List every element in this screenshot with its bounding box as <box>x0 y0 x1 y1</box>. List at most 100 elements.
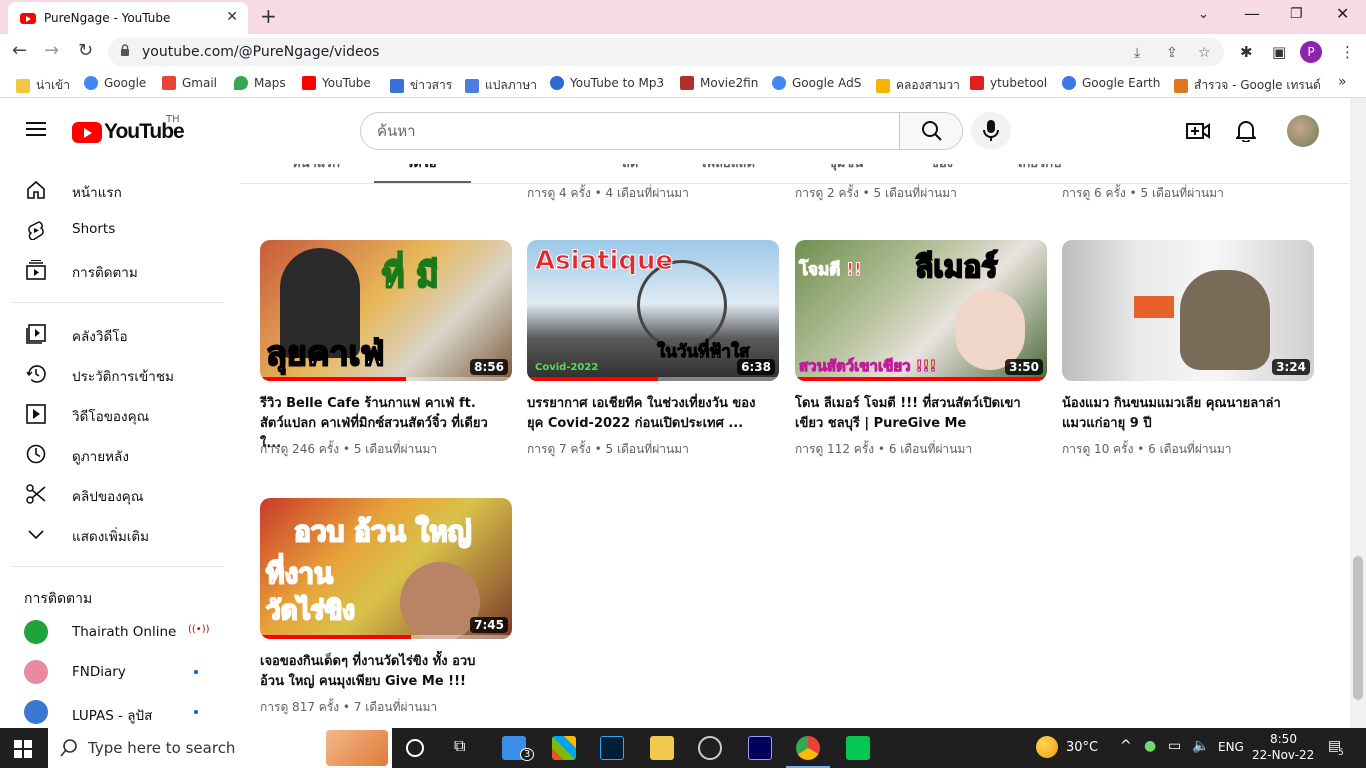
sidebar-item-show-more[interactable]: แสดงเพิ่มเติม <box>12 514 224 554</box>
reload-button[interactable]: ↻ <box>78 40 93 61</box>
video-title[interactable]: บรรยากาศ เอเชียทีค ในช่วงเที่ยงวัน ของยุ… <box>527 394 767 434</box>
windows-start-icon[interactable] <box>14 740 32 758</box>
video-title[interactable]: น้องแมว กินขนมแมวเลีย คุณนายลาล่า แมวแก่… <box>1062 394 1302 434</box>
forward-button[interactable]: → <box>44 40 59 61</box>
weather-sun-icon[interactable] <box>1036 736 1058 758</box>
video-thumbnail[interactable]: โจมตี !! ลีเมอร์ สวนสัตว์เขาเขียว !!! 3:… <box>795 240 1047 381</box>
subscription-thairath-online[interactable]: Thairath Online ((•)) <box>12 612 224 652</box>
scrollbar-thumb[interactable] <box>1353 556 1363 700</box>
search-input[interactable]: ค้นหา <box>360 112 900 150</box>
bookmark-gmail[interactable]: Gmail <box>162 76 217 90</box>
close-window-button[interactable]: ✕ <box>1336 4 1349 23</box>
sidebar-item-watch-later[interactable]: ดูภายหลัง <box>12 434 224 474</box>
sidebar-item-history[interactable]: ประวัติการเข้าชม <box>12 354 224 394</box>
your-videos-icon <box>26 404 46 424</box>
video-thumbnail[interactable]: อวบ อ้วน ใหญ่ ที่งาน วัดไร่ขิง 7:45 <box>260 498 512 639</box>
notifications-bell-icon[interactable] <box>1236 120 1256 142</box>
bookmarks-overflow-icon[interactable]: » <box>1338 74 1347 90</box>
cortana-icon[interactable] <box>406 739 424 757</box>
chrome-icon[interactable] <box>796 736 820 760</box>
bookmark-movie2fin[interactable]: Movie2fin <box>680 76 758 90</box>
youtube-page: YouTube TH ค้นหา หน้าแรก Shorts การติดตา… <box>0 98 1366 728</box>
install-app-icon[interactable]: ⤓ <box>1134 45 1140 61</box>
search-icon <box>922 121 942 141</box>
microphone-icon <box>983 120 999 141</box>
sidebar-item-subscriptions[interactable]: การติดตาม <box>12 250 224 290</box>
search-button[interactable] <box>899 112 963 150</box>
live-broadcast-icon: ((•)) <box>188 624 210 635</box>
back-button[interactable]: ← <box>12 40 27 61</box>
video-meta: การดู 2 ครั้ง • 5 เดือนที่ผ่านมา <box>795 186 957 200</box>
masthead: YouTube TH ค้นหา <box>0 98 1350 164</box>
new-tab-button[interactable]: + <box>260 4 277 28</box>
task-view-icon[interactable]: ⧉ <box>454 736 478 760</box>
subscriptions-icon <box>26 260 46 280</box>
side-panel-icon[interactable]: ▣ <box>1272 43 1286 61</box>
tray-chevron-up-icon[interactable]: ^ <box>1120 738 1132 754</box>
video-title[interactable]: เจอของกินเด็ดๆ ที่งานวัดไร่ขิง ทั้ง อวบ … <box>260 652 500 692</box>
bookmark-news[interactable]: ข่าวสาร <box>390 76 452 95</box>
subscription-fndiary[interactable]: FNDiary <box>12 652 224 692</box>
video-title[interactable]: โดน ลีเมอร์ โจมตี !!! ที่สวนสัตว์เปิดเขา… <box>795 394 1035 434</box>
obs-icon[interactable] <box>698 736 722 760</box>
input-language[interactable]: ENG <box>1218 740 1244 754</box>
browser-tab[interactable]: PureNgage - YouTube ✕ <box>8 2 248 34</box>
extensions-icon[interactable]: ✱ <box>1240 43 1253 61</box>
bookmarks-bar: น่าเข้า Google Gmail Maps YouTube ข่าวสา… <box>0 70 1366 98</box>
video-meta: การดู 6 ครั้ง • 5 เดือนที่ผ่านมา <box>1062 186 1224 200</box>
bookmark-google[interactable]: Google <box>84 76 146 90</box>
weather-temperature[interactable]: 30°C <box>1066 740 1098 755</box>
bookmark-yt-mp3[interactable]: YouTube to Mp3 <box>550 76 664 90</box>
sidebar-item-shorts[interactable]: Shorts <box>12 210 224 250</box>
bookmark-star-icon[interactable]: ☆ <box>1198 45 1211 61</box>
sidebar-item-library[interactable]: คลังวิดีโอ <box>12 314 224 354</box>
url-text: youtube.com/@PureNgage/videos <box>142 44 380 60</box>
create-video-icon[interactable] <box>1186 120 1210 142</box>
file-explorer-icon[interactable] <box>650 736 674 760</box>
bookmark-translate[interactable]: แปลภาษา <box>465 76 537 95</box>
video-thumbnail[interactable]: ที่ มี ลุยคาเฟ่ 8:56 <box>260 240 512 381</box>
bookmark-ytubetool[interactable]: ytubetool <box>970 76 1047 90</box>
sidebar-item-home[interactable]: หน้าแรก <box>12 170 224 210</box>
bookmark-folder[interactable]: น่าเข้า <box>16 76 70 95</box>
minimize-button[interactable]: — <box>1244 4 1260 23</box>
page-scrollbar[interactable] <box>1350 98 1366 728</box>
tab-search-chevron-icon[interactable]: ⌄ <box>1198 7 1209 22</box>
sidebar-item-clips[interactable]: คลิปของคุณ <box>12 474 224 514</box>
menu-dots-icon[interactable]: ⋮ <box>1340 43 1355 61</box>
sidebar-item-your-videos[interactable]: วิดีโอของคุณ <box>12 394 224 434</box>
clock-date[interactable]: 22-Nov-22 <box>1252 748 1314 762</box>
clock-time[interactable]: 8:50 <box>1270 732 1297 746</box>
network-icon[interactable]: ▭ <box>1168 738 1181 754</box>
video-duration: 3:24 <box>1272 359 1310 375</box>
line-app-icon[interactable] <box>846 736 870 760</box>
hamburger-menu-icon[interactable] <box>26 122 46 136</box>
video-meta: การดู 7 ครั้ง • 5 เดือนที่ผ่านมา <box>527 442 689 456</box>
video-thumbnail[interactable]: Asiatique ในวันที่ฟ้าใส Covid-2022 6:38 <box>527 240 779 381</box>
subscription-lupas[interactable]: LUPAS - ลูปัส <box>12 692 224 728</box>
tab-close-icon[interactable]: ✕ <box>226 9 238 25</box>
bookmark-maps[interactable]: Maps <box>234 76 286 90</box>
bookmark-google-trends[interactable]: สำรวจ - Google เทรนด์ <box>1174 76 1321 95</box>
address-bar[interactable]: youtube.com/@PureNgage/videos ⤓ ⇪ ☆ <box>108 38 1224 66</box>
bookmark-google-ads[interactable]: Google AdS <box>772 76 861 90</box>
video-duration: 3:50 <box>1005 359 1043 375</box>
lock-icon <box>121 44 129 56</box>
volume-icon[interactable]: 🔈 <box>1192 738 1209 754</box>
youtube-logo[interactable]: YouTube TH <box>72 114 185 144</box>
bookmark-klongsamwa[interactable]: คลองสามวา <box>876 76 960 95</box>
account-avatar[interactable] <box>1287 115 1319 147</box>
share-icon[interactable]: ⇪ <box>1166 45 1178 61</box>
video-thumbnail[interactable]: 3:24 <box>1062 240 1314 381</box>
voice-search-button[interactable] <box>971 112 1011 150</box>
photoshop-icon[interactable] <box>600 736 624 760</box>
premiere-pro-icon[interactable] <box>748 736 772 760</box>
microsoft-store-icon[interactable] <box>552 736 576 760</box>
bookmark-google-earth[interactable]: Google Earth <box>1062 76 1160 90</box>
bookmark-youtube[interactable]: YouTube <box>302 76 371 90</box>
line-tray-icon[interactable]: ● <box>1144 738 1156 754</box>
orange-box <box>1134 296 1174 318</box>
profile-avatar[interactable]: P <box>1300 41 1322 63</box>
restore-button[interactable]: ❐ <box>1290 6 1303 22</box>
taskbar-search-input[interactable]: Type here to search <box>48 728 392 768</box>
